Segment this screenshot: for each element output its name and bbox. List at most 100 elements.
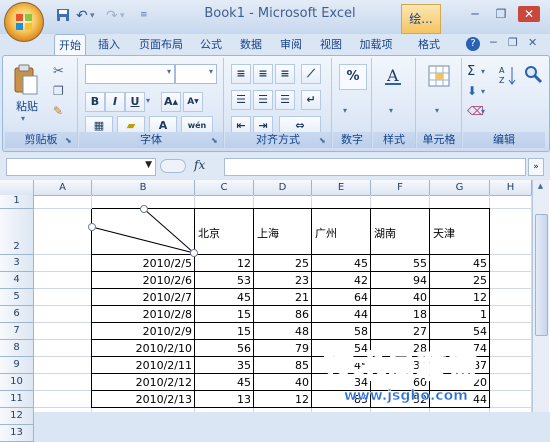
minimize-icon[interactable]: ─ — [466, 6, 484, 22]
redo-dropdown-icon[interactable]: ▾ — [120, 11, 125, 27]
insert-function-button[interactable]: fx — [194, 158, 205, 172]
date-cell[interactable]: 2010/2/10 — [92, 340, 195, 357]
value-cell[interactable]: 53 — [195, 272, 254, 289]
autosum-dropdown-icon[interactable]: ▾ — [481, 67, 485, 76]
ribbon-minimize-icon[interactable]: ─ — [490, 36, 497, 49]
city-header-cell[interactable]: 北京 — [195, 225, 254, 241]
align-top-icon[interactable]: ≡ — [231, 64, 251, 84]
styles-icon[interactable]: A — [381, 64, 407, 88]
drawing-tools-context-tab[interactable]: 绘... — [401, 4, 441, 34]
value-cell[interactable]: 45 — [195, 374, 254, 391]
alignment-launcher-icon[interactable]: ⬊ — [319, 136, 329, 146]
value-cell[interactable]: 48 — [254, 323, 312, 340]
scroll-up-icon[interactable]: ▲ — [535, 182, 546, 193]
city-header-cell[interactable]: 湖南 — [371, 225, 430, 241]
grow-font-icon[interactable]: A▲ — [161, 92, 181, 112]
styles-group-label[interactable]: 样式 — [373, 132, 415, 148]
tab-review[interactable]: 审阅 — [276, 34, 306, 55]
city-header-cell[interactable]: 上海 — [254, 225, 312, 241]
row-header[interactable]: 7 — [0, 323, 34, 340]
align-left-icon[interactable]: ☰ — [231, 90, 251, 110]
orientation-icon[interactable]: ⟋ — [301, 64, 321, 84]
tab-insert[interactable]: 插入 — [92, 34, 126, 55]
date-cell[interactable]: 2010/2/13 — [92, 391, 195, 408]
tab-addins[interactable]: 加载项 — [356, 34, 396, 55]
scroll-thumb[interactable] — [535, 214, 548, 336]
date-cell[interactable]: 2010/2/7 — [92, 289, 195, 306]
row-header[interactable]: 4 — [0, 272, 34, 289]
value-cell[interactable]: 35 — [195, 357, 254, 374]
value-cell[interactable]: 64 — [312, 289, 371, 306]
row-header[interactable]: 8 — [0, 340, 34, 357]
value-cell[interactable]: 15 — [195, 323, 254, 340]
undo-dropdown-icon[interactable]: ▾ — [90, 11, 95, 27]
styles-dropdown-icon[interactable]: ▾ — [389, 106, 393, 115]
value-cell[interactable]: 44 — [312, 306, 371, 323]
font-name-dropdown[interactable]: ▾ — [85, 64, 175, 84]
font-size-dropdown[interactable]: ▾ — [175, 64, 217, 84]
number-dropdown-icon[interactable]: ▾ — [343, 106, 347, 115]
undo-icon[interactable]: ↶ — [76, 8, 88, 24]
align-middle-icon[interactable]: ≡ — [253, 64, 273, 84]
restore-icon[interactable]: ❐ — [492, 6, 510, 22]
row-header[interactable]: 9 — [0, 357, 34, 374]
expand-formula-bar-icon[interactable]: » — [528, 158, 544, 176]
number-group-label[interactable]: 数字 — [333, 132, 371, 148]
tab-view[interactable]: 视图 — [316, 34, 346, 55]
close-icon[interactable]: ✕ — [518, 6, 540, 22]
tab-formulas[interactable]: 公式 — [196, 34, 226, 55]
value-cell[interactable]: 86 — [254, 306, 312, 323]
office-button[interactable] — [4, 2, 44, 42]
align-bottom-icon[interactable]: ≡ — [275, 64, 295, 84]
value-cell[interactable]: 13 — [195, 391, 254, 408]
value-cell[interactable]: 45 — [195, 289, 254, 306]
value-cell[interactable]: 21 — [254, 289, 312, 306]
bold-button[interactable]: B — [85, 92, 105, 112]
row-header[interactable]: 13 — [0, 425, 34, 442]
date-cell[interactable]: 2010/2/6 — [92, 272, 195, 289]
row-header[interactable]: 2 — [0, 209, 34, 255]
cut-icon[interactable]: ✂ — [53, 64, 64, 79]
formula-input[interactable] — [224, 158, 526, 176]
value-cell[interactable]: 12 — [254, 391, 312, 408]
fill-dropdown-icon[interactable]: ▾ — [481, 87, 485, 96]
redo-icon[interactable]: ↷ — [106, 8, 118, 24]
clipboard-launcher-icon[interactable]: ⬊ — [65, 136, 75, 146]
tab-format[interactable]: 格式 — [414, 34, 444, 55]
value-cell[interactable]: 85 — [254, 357, 312, 374]
font-launcher-icon[interactable]: ⬊ — [211, 136, 221, 146]
ribbon-restore-icon[interactable]: ❐ — [508, 36, 518, 49]
align-right-icon[interactable]: ☰ — [275, 90, 295, 110]
copy-icon[interactable]: ❐ — [53, 84, 64, 98]
row-header[interactable]: 10 — [0, 374, 34, 391]
workbook-close-icon[interactable]: ✕ — [528, 36, 537, 49]
value-cell[interactable]: 1 — [430, 306, 490, 323]
value-cell[interactable]: 12 — [430, 289, 490, 306]
value-cell[interactable]: 25 — [254, 255, 312, 272]
tab-data[interactable]: 数据 — [236, 34, 266, 55]
paste-dropdown-icon[interactable]: ▾ — [21, 114, 25, 123]
row-header[interactable]: 3 — [0, 255, 34, 272]
cells-group-label[interactable]: 单元格 — [417, 132, 461, 148]
date-cell[interactable]: 2010/2/5 — [92, 255, 195, 272]
name-box[interactable]: ▼ — [6, 158, 156, 176]
date-cell[interactable]: 2010/2/12 — [92, 374, 195, 391]
italic-button[interactable]: I — [105, 92, 125, 112]
city-header-cell[interactable]: 广州 — [312, 225, 371, 241]
autosum-button[interactable]: Σ — [467, 64, 475, 79]
paste-icon[interactable] — [13, 64, 39, 96]
value-cell[interactable]: 40 — [371, 289, 430, 306]
value-cell[interactable]: 56 — [195, 340, 254, 357]
value-cell[interactable]: 23 — [254, 272, 312, 289]
date-cell[interactable]: 2010/2/9 — [92, 323, 195, 340]
shrink-font-icon[interactable]: A▼ — [183, 92, 203, 112]
cells-icon[interactable] — [427, 64, 451, 88]
row-header[interactable]: 11 — [0, 391, 34, 408]
clear-dropdown-icon[interactable]: ▾ — [481, 107, 485, 116]
value-cell[interactable]: 15 — [195, 306, 254, 323]
underline-dropdown-icon[interactable]: ▾ — [146, 96, 150, 105]
find-select-icon[interactable] — [523, 64, 543, 86]
value-cell[interactable]: 12 — [195, 255, 254, 272]
fill-icon[interactable]: ⬇ — [467, 84, 477, 98]
sort-filter-icon[interactable]: AZ — [499, 64, 519, 86]
